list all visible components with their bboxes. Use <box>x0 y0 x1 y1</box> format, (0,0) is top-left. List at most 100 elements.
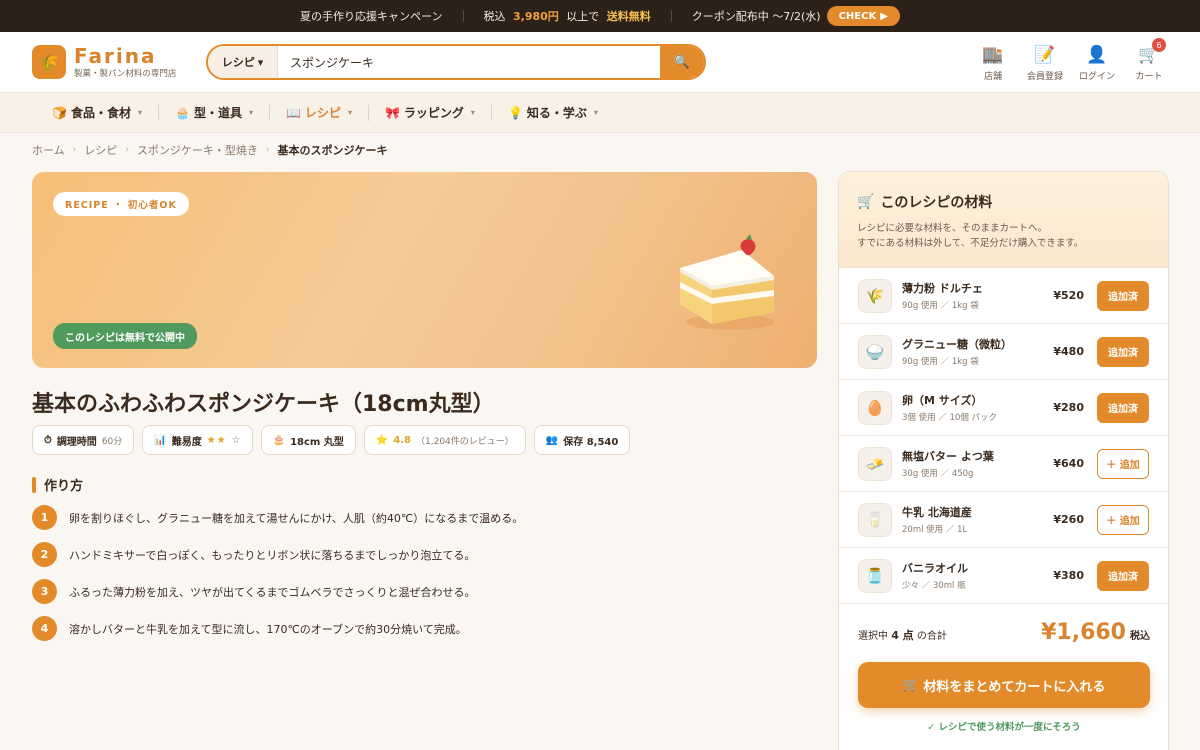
site-header: 🌾 Farina 製菓・製パン材料の専門店 レシピ▾ 🔍 🏬 店舗 📝 会員登録 👤 ログ… <box>0 32 1200 93</box>
difficulty-chip: 📊 難易度 ★★ ☆ <box>142 425 253 455</box>
logo-tagline: 製菓・製パン材料の専門店 <box>74 69 177 79</box>
cake-icon: 🎂 <box>272 434 286 446</box>
total-row: 選択中 4 点 の合計 ¥1,660 税込 <box>858 620 1150 645</box>
people-icon: 👥 <box>545 434 559 446</box>
search-input[interactable] <box>278 46 660 78</box>
added-button[interactable]: 追加済 <box>1097 336 1149 367</box>
step-number: 4 <box>32 616 57 641</box>
ingredient-price: ¥380 <box>1053 569 1084 582</box>
breadcrumb-item[interactable]: ホーム <box>32 142 65 158</box>
nav-item-1[interactable]: 🧁 型・道具 ▾ <box>159 104 269 121</box>
category-icon: 🍞 <box>52 105 67 120</box>
ingredient-name: 薄力粉 ドルチェ <box>902 282 983 295</box>
header-action-memo[interactable]: 📝 会員登録 <box>1024 44 1066 82</box>
chevron-down-icon: ▾ <box>593 108 598 117</box>
add-button[interactable]: ＋ 追加 <box>1097 448 1149 479</box>
step-text: 溶かしバターと牛乳を加えて型に流し、170℃のオーブンで約30分焼いて完成。 <box>69 622 467 636</box>
ingredient-row: 🌾 薄力粉 ドルチェ 90g 使用 ／ 1kg 袋 ¥520 追加済 <box>839 268 1168 324</box>
recipe-meta: ⏱ 調理時間 60分 📊 難易度 ★★ ☆ 🎂 18cm 丸型 ⭐ 4.8 （1… <box>32 425 631 455</box>
header-action-cart[interactable]: 🛒 カート 6 <box>1128 38 1170 82</box>
search-icon: 🔍 <box>673 54 691 70</box>
nav-item-0[interactable]: 🍞 食品・食材 ▾ <box>36 104 158 121</box>
added-button[interactable]: 追加済 <box>1097 392 1149 423</box>
clock-icon: ⏱ <box>44 434 52 446</box>
header-action-label: 店舗 <box>983 72 1002 82</box>
header-action-building[interactable]: 🏬 店舗 <box>972 44 1014 82</box>
cart-icon: 🛒 <box>857 194 875 210</box>
ingredient-row: 🫙 バニラオイル 少々 ／ 30ml 瓶 ¥380 追加済 <box>839 548 1168 604</box>
ingredient-price: ¥260 <box>1053 513 1084 526</box>
ingredient-info: 牛乳 北海道産 20ml 使用 ／ 1L <box>902 504 1052 535</box>
nav-item-label: 知る・学ぶ <box>526 106 587 120</box>
nav-item-3[interactable]: 🎀 ラッピング ▾ <box>369 104 491 121</box>
ingredient-name: 無塩バター よつ葉 <box>902 450 994 463</box>
ingredient-amount: 少々 ／ 30ml 瓶 <box>902 581 966 591</box>
heading-accent-bar <box>32 476 36 493</box>
breadcrumb-item: 基本のスポンジケーキ <box>277 144 388 157</box>
chart-icon: 📊 <box>154 434 167 446</box>
wheat-logo-icon[interactable]: 🌾 <box>32 45 66 79</box>
cook-time-chip: ⏱ 調理時間 60分 <box>32 425 135 455</box>
panel-description: レシピに必要な材料を、そのままカートへ。 すでにある材料は外して、不足分だけ購入… <box>857 223 1084 249</box>
chevron-down-icon: ▾ <box>470 108 475 117</box>
announcement-bar: 夏の手作り応援キャンペーン 税込 3,980円 以上で 送料無料 クーポン配布中… <box>0 0 1200 32</box>
nav-item-label: レシピ <box>304 106 341 120</box>
breadcrumb: ホーム › レシピ › スポンジケーキ・型焼き › 基本のスポンジケーキ <box>32 142 388 158</box>
ingredient-price: ¥640 <box>1053 457 1084 470</box>
rating-chip[interactable]: ⭐ 4.8 （1,204件のレビュー） <box>363 425 526 455</box>
step-number: 2 <box>32 542 57 567</box>
header-action-label: 会員登録 <box>1026 72 1063 82</box>
ingredient-price: ¥280 <box>1053 401 1084 414</box>
chevron-down-icon: ▾ <box>248 108 253 117</box>
search-category-select[interactable]: レシピ ▾ <box>208 46 278 78</box>
ingredient-row: 🍚 グラニュー糖（微粒） 90g 使用 ／ 1kg 袋 ¥480 追加済 <box>839 324 1168 380</box>
nav-item-4[interactable]: 💡 知る・学ぶ ▾ <box>492 104 614 121</box>
added-button[interactable]: 追加済 <box>1097 560 1149 591</box>
step-item: 3 ふるった薄力粉を加え、ツヤが出てくるまでゴムベラでさっくりと混ぜ合わせる。 <box>32 579 523 604</box>
caret-down-icon: ▾ <box>257 55 264 69</box>
search-button[interactable]: 🔍 <box>660 46 704 78</box>
header-action-user[interactable]: 👤 ログイン <box>1076 44 1118 82</box>
add-button[interactable]: ＋ 追加 <box>1097 504 1149 535</box>
total-label: 選択中 4 点 の合計 <box>858 629 947 642</box>
breadcrumb-item[interactable]: スポンジケーキ・型焼き <box>137 142 258 158</box>
ingredient-info: グラニュー糖（微粒） 90g 使用 ／ 1kg 袋 <box>902 336 1052 367</box>
step-number: 1 <box>32 505 57 530</box>
wheat-icon: 🌾 <box>858 278 892 313</box>
category-nav: 🍞 食品・食材 ▾ 🧁 型・道具 ▾ 📖 レシピ ▾ 🎀 ラッピング ▾ 💡 知る・学ぶ ▾ <box>0 93 1200 133</box>
free-shipping-text: 税込 3,980円 以上で 送料無料 <box>483 10 651 23</box>
ingredient-name: グラニュー糖（微粒） <box>902 338 1012 351</box>
check-button[interactable]: CHECK ▶ <box>826 6 900 26</box>
nav-item-label: 型・道具 <box>193 106 242 120</box>
chevron-right-icon: › <box>265 145 270 155</box>
save-chip[interactable]: 👥 保存 8,540 <box>533 425 631 455</box>
added-button[interactable]: 追加済 <box>1097 280 1149 311</box>
recipe-hero-image: RECIPE ・ 初心者OK このレシピは無料で公開中 <box>32 172 817 368</box>
ingredient-amount: 90g 使用 ／ 1kg 袋 <box>902 357 979 367</box>
ingredient-amount: 90g 使用 ／ 1kg 袋 <box>902 301 979 311</box>
cart-icon: 🛒 <box>902 677 919 693</box>
recipe-title: 基本のふわふわスポンジケーキ（18cm丸型） <box>32 392 495 417</box>
star-icon: ⭐ <box>375 434 389 446</box>
step-text: ハンドミキサーで白っぽく、もったりとリボン状に落ちるまでしっかり泡立てる。 <box>69 548 476 562</box>
add-all-to-cart-button[interactable]: 🛒 材料をまとめてカートに入れる <box>858 662 1150 708</box>
search-bar: レシピ▾ 🔍 <box>206 44 706 80</box>
breadcrumb-item[interactable]: レシピ <box>84 142 117 158</box>
step-item: 2 ハンドミキサーで白っぽく、もったりとリボン状に落ちるまでしっかり泡立てる。 <box>32 542 523 567</box>
size-chip: 🎂 18cm 丸型 <box>260 425 356 455</box>
ingredient-name: バニラオイル <box>902 562 968 575</box>
coupon-text: クーポン配布中 〜7/2(水) CHECK ▶ <box>672 6 920 26</box>
cart-count-badge: 6 <box>1152 38 1166 52</box>
steps-heading: 作り方 <box>32 475 83 494</box>
ingredient-amount: 20ml 使用 ／ 1L <box>902 525 968 535</box>
header-actions: 🏬 店舗 📝 会員登録 👤 ログイン 🛒 カート 6 <box>972 38 1170 82</box>
logo[interactable]: Farina 製菓・製パン材料の専門店 <box>74 45 176 79</box>
ingredient-price: ¥520 <box>1053 289 1084 302</box>
ingredient-info: 卵（M サイズ） 3個 使用 ／ 10個 パック <box>902 392 1052 423</box>
ingredient-info: 薄力粉 ドルチェ 90g 使用 ／ 1kg 袋 <box>902 280 1052 311</box>
total-price: ¥1,660 税込 <box>1041 620 1150 645</box>
header-action-label: ログイン <box>1078 72 1115 82</box>
egg-icon: 🥚 <box>858 390 892 425</box>
step-text: 卵を割りほぐし、グラニュー糖を加えて湯せんにかけ、人肌（約40℃）になるまで温め… <box>69 511 524 525</box>
nav-item-2[interactable]: 📖 レシピ ▾ <box>270 104 368 121</box>
